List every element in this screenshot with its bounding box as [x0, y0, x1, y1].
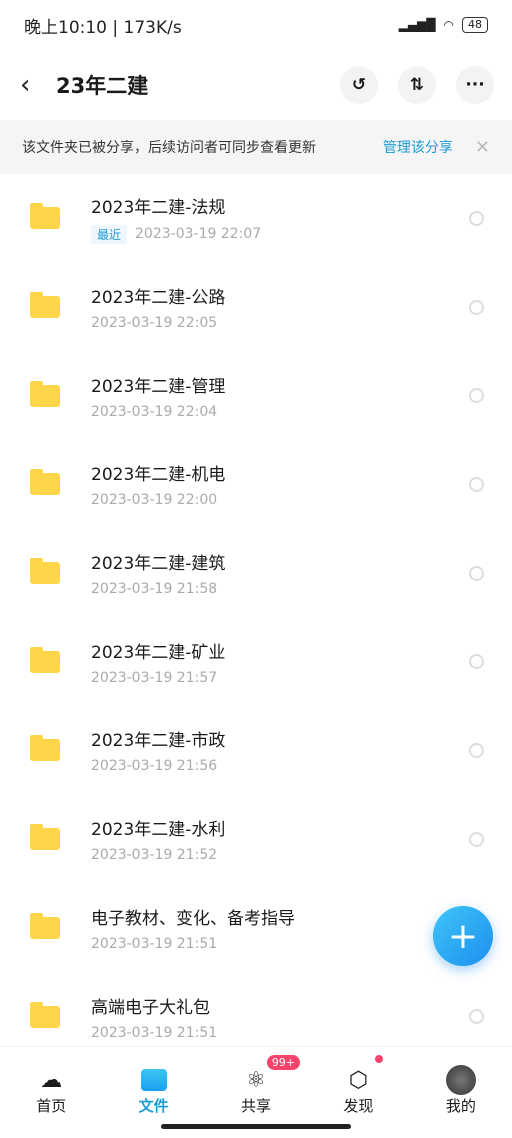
folder-icon — [30, 380, 60, 407]
folder-icon — [30, 469, 60, 496]
list-item[interactable]: 2023年二建-管理 2023-03-19 22:04 — [0, 351, 512, 440]
file-name: 2023年二建-矿业 — [91, 642, 226, 663]
select-radio[interactable] — [469, 831, 484, 847]
select-radio[interactable] — [469, 299, 484, 315]
battery-icon: 48 — [462, 17, 488, 33]
home-indicator — [161, 1124, 351, 1129]
avatar — [445, 1065, 476, 1095]
file-name: 电子教材、变化、备考指导 — [91, 908, 295, 929]
tab-label: 文件 — [138, 1097, 169, 1115]
file-date: 2023-03-19 22:07 — [135, 226, 262, 243]
file-name: 2023年二建-公路 — [91, 288, 226, 309]
sort-button[interactable]: ⇅ — [398, 66, 436, 104]
select-radio[interactable] — [469, 742, 484, 758]
file-name: 2023年二建-法规 — [91, 197, 226, 218]
list-item[interactable]: 2023年二建-公路 2023-03-19 22:05 — [0, 263, 512, 352]
list-item[interactable]: 2023年二建-水利 2023-03-19 21:52 — [0, 795, 512, 884]
file-date: 2023-03-19 21:56 — [91, 758, 218, 775]
tab-label: 我的 — [445, 1097, 476, 1115]
folder-icon — [30, 558, 60, 585]
signal-icon: ▂▄▆█ — [398, 18, 436, 32]
list-item[interactable]: 2023年二建-矿业 2023-03-19 21:57 — [0, 617, 512, 706]
close-icon[interactable]: ✕ — [475, 137, 490, 158]
plus-icon: + — [447, 915, 479, 957]
folder-icon — [30, 292, 60, 319]
list-item[interactable]: 2023年二建-市政 2023-03-19 21:56 — [0, 706, 512, 795]
folder-icon — [30, 735, 60, 762]
select-radio[interactable] — [469, 388, 484, 404]
banner-text: 该文件夹已被分享，后续访问者可同步查看更新 — [22, 140, 316, 156]
folder-icon — [30, 824, 60, 851]
file-name: 2023年二建-管理 — [91, 376, 226, 397]
tab-mine[interactable]: 我的 — [410, 1047, 512, 1138]
file-name: 2023年二建-机电 — [91, 465, 226, 486]
file-name: 2023年二建-建筑 — [91, 554, 226, 575]
notification-badge: 99+ — [266, 1055, 301, 1070]
tab-label: 发现 — [343, 1097, 374, 1115]
file-name: 2023年二建-市政 — [91, 731, 226, 752]
folder-icon — [30, 912, 60, 939]
more-icon: ··· — [465, 75, 485, 95]
file-date: 2023-03-19 21:58 — [91, 581, 218, 598]
select-radio[interactable] — [469, 210, 484, 226]
sort-icon: ⇅ — [409, 75, 425, 95]
list-item[interactable]: 2023年二建-法规 最近 2023-03-19 22:07 — [0, 174, 512, 263]
folder-icon — [30, 646, 60, 673]
cloud-icon: ☁ — [40, 1067, 63, 1093]
tab-home[interactable]: ☁ 首页 — [0, 1047, 102, 1138]
list-item[interactable]: 2023年二建-机电 2023-03-19 22:00 — [0, 440, 512, 529]
file-date: 2023-03-19 21:52 — [91, 847, 218, 864]
select-radio[interactable] — [469, 654, 484, 670]
list-item[interactable]: 2023年二建-建筑 2023-03-19 21:58 — [0, 529, 512, 618]
more-button[interactable]: ··· — [456, 66, 494, 104]
tab-label: 共享 — [241, 1097, 272, 1115]
back-button[interactable]: ‹ — [20, 70, 56, 100]
select-radio[interactable] — [469, 1009, 484, 1025]
hexagon-icon: ⬡ — [348, 1067, 369, 1093]
file-name: 2023年二建-水利 — [91, 820, 226, 841]
wifi-icon: ◠ — [443, 18, 454, 32]
tab-label: 首页 — [36, 1097, 67, 1115]
atom-icon: ⚛ — [246, 1067, 266, 1093]
select-radio[interactable] — [469, 476, 484, 492]
add-button[interactable]: + — [433, 906, 493, 966]
notification-dot — [375, 1055, 384, 1063]
file-date: 2023-03-19 21:57 — [91, 669, 218, 686]
recent-tag: 最近 — [91, 224, 128, 244]
select-radio[interactable] — [469, 565, 484, 581]
file-date: 2023-03-19 21:51 — [91, 935, 218, 952]
share-banner: 该文件夹已被分享，后续访问者可同步查看更新 管理该分享 ✕ — [0, 120, 512, 174]
file-date: 2023-03-19 22:04 — [91, 403, 218, 420]
file-date: 2023-03-19 21:51 — [91, 1024, 218, 1041]
file-name: 高端电子大礼包 — [91, 997, 210, 1018]
history-button[interactable]: ↺ — [340, 66, 378, 104]
folder-icon — [30, 1001, 60, 1028]
folder-icon — [30, 203, 60, 230]
nav-bar: ‹ 23年二建 ↺ ⇅ ··· — [0, 50, 512, 120]
page-title: 23年二建 — [56, 74, 149, 98]
manage-share-link[interactable]: 管理该分享 — [383, 137, 453, 157]
file-date: 2023-03-19 22:00 — [91, 492, 218, 509]
history-icon: ↺ — [351, 75, 367, 95]
folder-icon — [140, 1069, 167, 1091]
status-time: 晚上10:10 | 173K/s — [24, 17, 182, 38]
status-bar: 晚上10:10 | 173K/s ▂▄▆█ ◠ 48 — [0, 0, 512, 50]
file-date: 2023-03-19 22:05 — [91, 315, 218, 332]
